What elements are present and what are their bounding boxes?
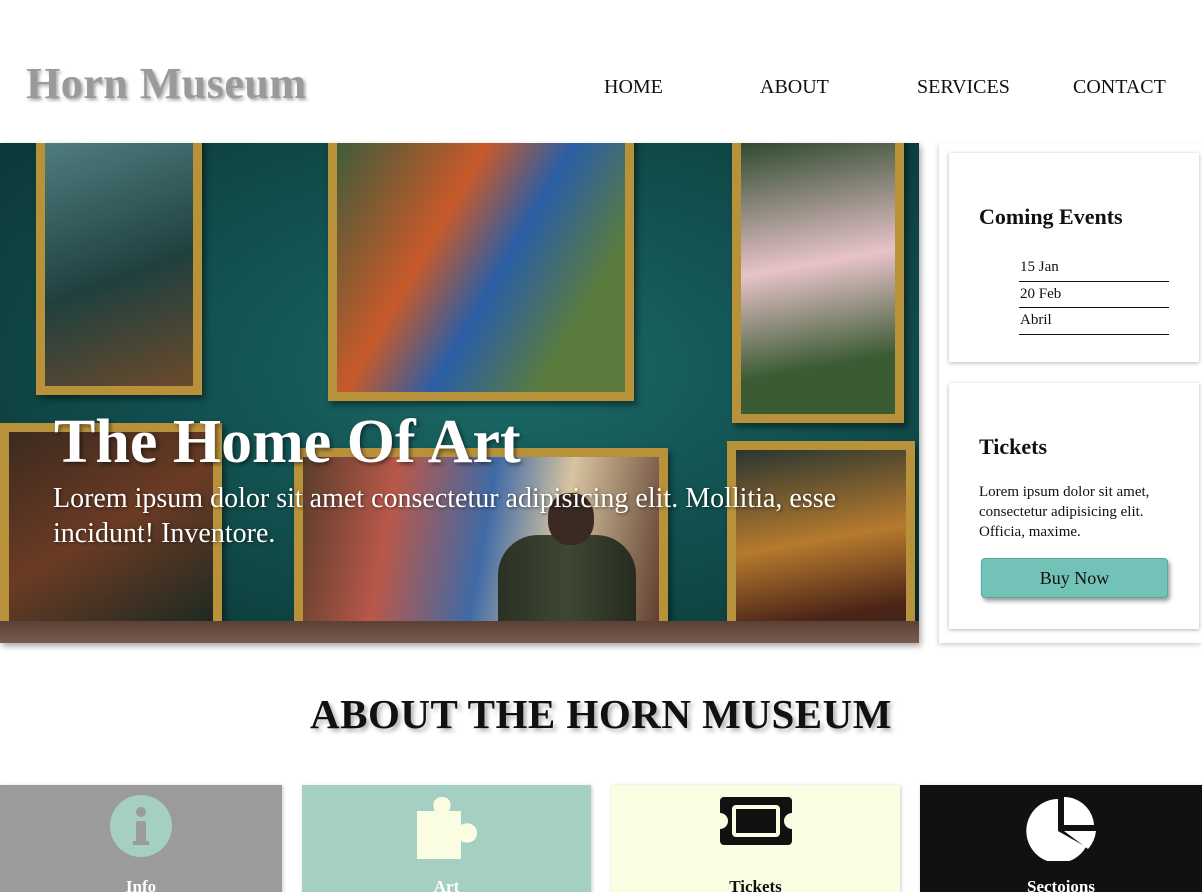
tickets-card: Tickets Lorem ipsum dolor sit amet, cons… <box>949 383 1199 629</box>
feature-sections[interactable]: Sectoions <box>920 785 1202 892</box>
sidebar: Coming Events 15 Jan 20 Feb Abril Ticket… <box>939 143 1202 643</box>
nav-home[interactable]: HOME <box>604 76 663 99</box>
tickets-title: Tickets <box>979 434 1048 459</box>
feature-tickets[interactable]: Tickets <box>611 785 900 892</box>
ticket-icon <box>718 795 794 852</box>
event-item: 20 Feb <box>1019 282 1169 308</box>
feature-label: Sectoions <box>1027 877 1095 892</box>
painting-frame <box>328 143 634 401</box>
site-header: Horn Museum HOME ABOUT SERVICES CONTACT <box>0 0 1202 143</box>
feature-art[interactable]: Art <box>302 785 591 892</box>
event-item: Abril <box>1019 308 1169 335</box>
coming-events-title: Coming Events <box>979 204 1123 229</box>
painting-frame <box>732 143 904 423</box>
nav-about[interactable]: ABOUT <box>760 76 829 99</box>
feature-label: Tickets <box>729 877 782 892</box>
info-icon <box>110 795 172 862</box>
gallery-floor <box>0 621 919 643</box>
coming-events-card: Coming Events 15 Jan 20 Feb Abril <box>949 153 1199 362</box>
hero-title: The Home Of Art <box>54 408 521 476</box>
feature-label: Info <box>125 877 157 892</box>
nav-contact[interactable]: CONTACT <box>1073 76 1166 99</box>
event-item: 15 Jan <box>1019 255 1169 282</box>
hero-banner: The Home Of Art Lorem ipsum dolor sit am… <box>0 143 919 643</box>
hero-text: Lorem ipsum dolor sit amet consectetur a… <box>53 483 837 549</box>
pie-chart-icon <box>1024 795 1098 866</box>
event-list: 15 Jan 20 Feb Abril <box>1019 255 1169 335</box>
site-logo[interactable]: Horn Museum <box>26 58 307 109</box>
feature-label: Art <box>433 877 460 892</box>
buy-now-button[interactable]: Buy Now <box>981 558 1168 598</box>
tickets-text: Lorem ipsum dolor sit amet, consectetur … <box>979 484 1150 540</box>
nav-services[interactable]: SERVICES <box>917 76 1010 99</box>
puzzle-icon <box>409 795 485 866</box>
feature-info[interactable]: Info <box>0 785 282 892</box>
about-heading: ABOUT THE HORN MUSEUM <box>310 691 892 737</box>
painting-frame <box>36 143 202 395</box>
